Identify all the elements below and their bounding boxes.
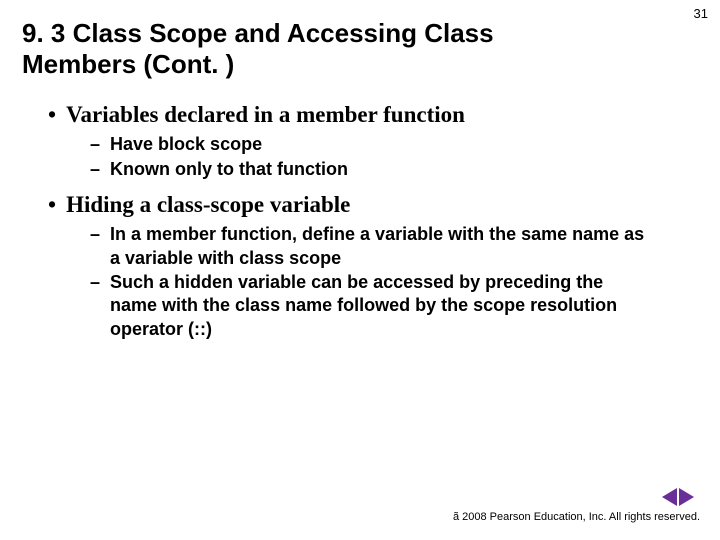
bullet-text: In a member function, define a variable … (110, 223, 650, 270)
bullet-text: Hiding a class-scope variable (66, 191, 350, 219)
bullet-marker: – (90, 271, 100, 294)
bullet-text: Known only to that function (110, 158, 348, 181)
bullet-marker: – (90, 133, 100, 156)
bullet-level2: – Known only to that function (90, 158, 698, 181)
bullet-level2: – In a member function, define a variabl… (90, 223, 698, 270)
prev-slide-icon[interactable] (662, 488, 677, 506)
copyright-symbol: ã (453, 511, 459, 524)
bullet-marker: • (48, 101, 56, 129)
next-slide-icon[interactable] (679, 488, 694, 506)
bullet-text: Have block scope (110, 133, 262, 156)
slide-content: • Variables declared in a member functio… (22, 101, 698, 341)
page-number: 31 (694, 6, 708, 21)
sub-bullet-group: – Have block scope – Known only to that … (90, 133, 698, 181)
copyright-text: 2008 Pearson Education, Inc. All rights … (462, 511, 700, 524)
bullet-level2: – Have block scope (90, 133, 698, 156)
bullet-marker: • (48, 191, 56, 219)
bullet-level1: • Hiding a class-scope variable (48, 191, 698, 219)
bullet-level1: • Variables declared in a member functio… (48, 101, 698, 129)
slide-title: 9. 3 Class Scope and Accessing Class Mem… (22, 18, 582, 79)
sub-bullet-group: – In a member function, define a variabl… (90, 223, 698, 341)
slide: 31 9. 3 Class Scope and Accessing Class … (0, 0, 720, 540)
bullet-marker: – (90, 158, 100, 181)
footer: ã 2008 Pearson Education, Inc. All right… (453, 511, 700, 524)
bullet-text: Such a hidden variable can be accessed b… (110, 271, 650, 341)
slide-nav (662, 488, 694, 506)
bullet-marker: – (90, 223, 100, 246)
bullet-level2: – Such a hidden variable can be accessed… (90, 271, 698, 341)
bullet-text: Variables declared in a member function (66, 101, 465, 129)
